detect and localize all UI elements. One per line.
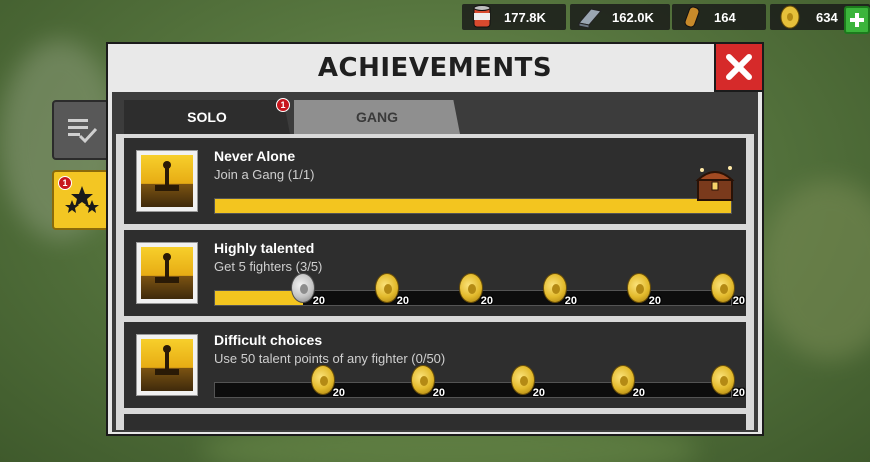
reward-coin[interactable]: 20 — [543, 273, 577, 307]
reward-amount: 20 — [396, 295, 409, 307]
close-icon — [726, 54, 752, 80]
gold-coin-icon — [311, 365, 335, 395]
gold-coin-icon — [411, 365, 435, 395]
gold-coin-icon — [291, 273, 315, 303]
resource-food[interactable]: 177.8K — [462, 4, 566, 30]
gold-coin-icon — [611, 365, 635, 395]
reward-amount: 20 — [732, 387, 745, 399]
reward-amount: 20 — [312, 295, 325, 307]
achievement-thumbnail — [136, 242, 198, 304]
reward-coin[interactable]: 20 — [711, 273, 745, 307]
resource-gunpowder[interactable]: 164 — [672, 4, 766, 30]
achievement-thumbnail — [136, 150, 198, 212]
reward-amount: 20 — [732, 295, 745, 307]
reward-coin[interactable]: 20 — [711, 365, 745, 399]
achievement-title: Never Alone — [214, 148, 296, 164]
achievement-row: Highly talented Get 5 fighters (3/5) 20 … — [124, 230, 746, 316]
achievement-row — [124, 414, 746, 430]
plus-icon — [850, 13, 864, 27]
achievement-progress-bar — [214, 198, 732, 214]
gold-coin-icon — [776, 3, 804, 31]
steel-bar-icon — [576, 3, 604, 31]
reward-amount: 20 — [632, 387, 645, 399]
reward-amount: 20 — [564, 295, 577, 307]
achievement-thumbnail — [136, 334, 198, 396]
achievement-list[interactable]: Never Alone Join a Gang (1/1) Highly tal… — [116, 134, 754, 430]
panel-title: ACHIEVEMENTS — [317, 53, 553, 83]
side-tab-achievements[interactable]: 1 — [52, 170, 110, 230]
achievement-description: Join a Gang (1/1) — [214, 167, 315, 182]
reward-coin[interactable]: 20 — [291, 273, 325, 307]
tab-gang[interactable]: GANG — [294, 100, 460, 134]
reward-coin[interactable]: 20 — [311, 365, 345, 399]
add-gold-button[interactable] — [844, 6, 870, 34]
stars-icon — [65, 186, 99, 213]
resource-gold[interactable]: 634 — [770, 3, 870, 34]
achievement-title: Highly talented — [214, 240, 315, 256]
reward-coin[interactable]: 20 — [627, 273, 661, 307]
achievement-row: Never Alone Join a Gang (1/1) — [124, 138, 746, 224]
gunpowder-icon — [678, 3, 706, 31]
panel-body: SOLO 1 GANG Never Alone Join a Gang (1/1… — [112, 92, 758, 432]
gold-coin-icon — [627, 273, 651, 303]
reward-amount: 20 — [432, 387, 445, 399]
trophy-figure-icon — [141, 339, 193, 391]
panel-header: ACHIEVEMENTS — [108, 44, 762, 92]
gold-coin-icon — [511, 365, 535, 395]
gold-coin-icon — [711, 365, 735, 395]
gold-coin-icon — [543, 273, 567, 303]
background-blur — [760, 180, 870, 360]
tab-gang-label: GANG — [356, 109, 398, 125]
achievements-panel: ACHIEVEMENTS SOLO 1 GANG Never Alone Joi… — [106, 42, 764, 436]
achievement-progress-bar: 20 20 20 20 20 — [214, 365, 745, 399]
resource-gold-value: 634 — [816, 9, 838, 25]
trophy-figure-icon — [141, 247, 193, 299]
reward-coin[interactable]: 20 — [611, 365, 645, 399]
reward-coin[interactable]: 20 — [459, 273, 493, 307]
achievement-progress-bar: 20 20 20 20 20 20 — [214, 273, 745, 307]
progress-fill — [215, 291, 303, 305]
checklist-icon — [68, 119, 98, 144]
resource-gunpowder-value: 164 — [714, 9, 736, 25]
reward-coin[interactable]: 20 — [411, 365, 445, 399]
gold-coin-icon — [459, 273, 483, 303]
reward-coin[interactable]: 20 — [375, 273, 409, 307]
resource-food-value: 177.8K — [504, 9, 546, 25]
achievement-row: Difficult choices Use 50 talent points o… — [124, 322, 746, 408]
achievement-title: Difficult choices — [214, 332, 323, 348]
progress-fill — [215, 199, 731, 213]
tab-solo[interactable]: SOLO — [124, 100, 290, 134]
achievement-description: Use 50 talent points of any fighter (0/5… — [214, 351, 446, 366]
achievement-description: Get 5 fighters (3/5) — [214, 259, 323, 274]
tab-solo-badge: 1 — [276, 98, 290, 112]
reward-amount: 20 — [532, 387, 545, 399]
treasure-chest-icon[interactable] — [692, 162, 738, 204]
reward-amount: 20 — [332, 387, 345, 399]
side-tab-tasks[interactable] — [52, 100, 110, 160]
gold-coin-icon — [375, 273, 399, 303]
resource-steel[interactable]: 162.0K — [570, 4, 670, 30]
gold-coin-icon — [711, 273, 735, 303]
trophy-figure-icon — [141, 155, 193, 207]
resource-steel-value: 162.0K — [612, 9, 654, 25]
reward-amount: 20 — [648, 295, 661, 307]
reward-amount: 20 — [480, 295, 493, 307]
tab-solo-label: SOLO — [187, 109, 227, 125]
canned-food-icon — [468, 3, 496, 31]
reward-coin[interactable]: 20 — [511, 365, 545, 399]
close-button[interactable] — [714, 44, 762, 92]
